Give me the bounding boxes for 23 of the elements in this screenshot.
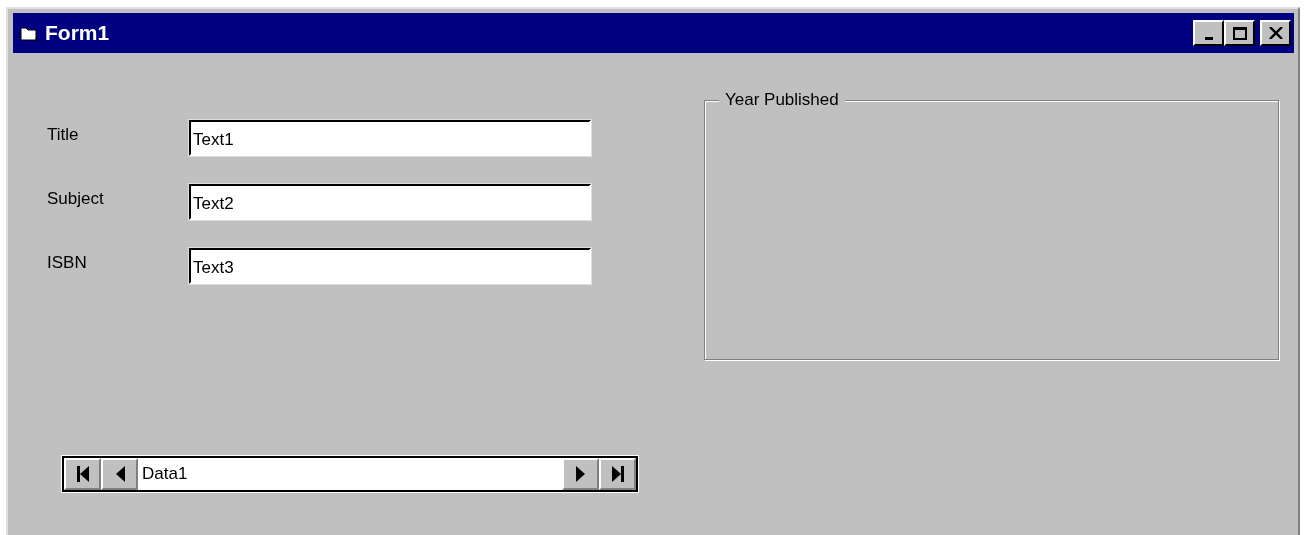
first-record-icon: [75, 466, 90, 482]
last-record-icon: [610, 466, 625, 482]
previous-record-icon: [114, 466, 125, 482]
close-button[interactable]: [1260, 20, 1291, 46]
last-record-button[interactable]: [599, 458, 636, 490]
window-title: Form1: [45, 21, 111, 45]
first-record-button[interactable]: [64, 458, 101, 490]
minimize-button[interactable]: [1193, 20, 1224, 46]
minimize-icon: [1204, 37, 1213, 40]
text-field[interactable]: Text1: [189, 120, 591, 156]
data-control-caption: Data1: [141, 463, 189, 485]
next-record-icon: [575, 466, 586, 482]
next-record-button[interactable]: [562, 458, 599, 490]
text-field[interactable]: Text3: [189, 248, 591, 284]
field-label: ISBN: [47, 252, 88, 273]
close-icon: [1268, 27, 1283, 39]
maximize-button[interactable]: [1224, 20, 1255, 46]
text-field[interactable]: Text2: [189, 184, 591, 220]
window-icon: [19, 24, 39, 42]
previous-record-button[interactable]: [101, 458, 138, 490]
maximize-icon: [1232, 27, 1247, 40]
field-label: Subject: [47, 188, 105, 209]
field-label: Title: [47, 124, 80, 145]
